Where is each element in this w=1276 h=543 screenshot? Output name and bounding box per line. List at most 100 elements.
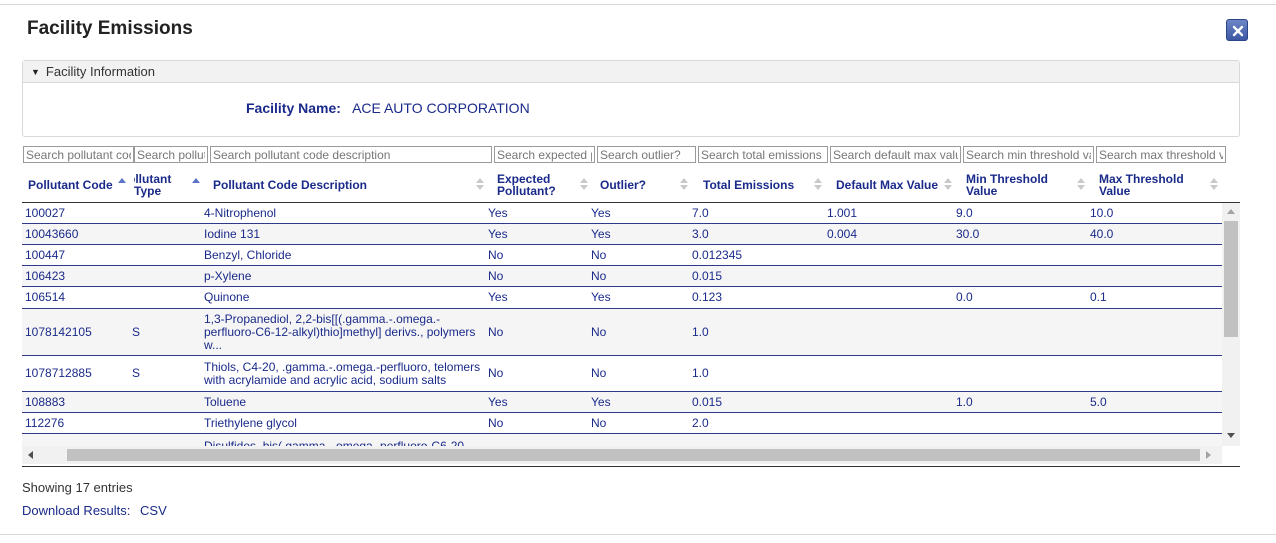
cell-max-threshold: 10.0 (1090, 205, 1114, 220)
cell-code: 108883 (25, 394, 66, 409)
vertical-scrollbar[interactable] (1222, 203, 1240, 446)
cell-total: 0.123 (692, 290, 723, 304)
cell-expected: Yes (488, 226, 508, 241)
cell-description: Toluene (204, 394, 247, 409)
search-min-threshold[interactable] (963, 146, 1094, 163)
sort-icon (476, 178, 484, 192)
table-row[interactable]: 10043660 Iodine 131 Yes Yes 3.0 0.004 30… (22, 224, 1222, 245)
facility-info-toggle[interactable]: ▼ Facility Information (23, 61, 1239, 83)
cell-type: S (132, 324, 141, 339)
search-total-emissions[interactable] (698, 146, 828, 163)
close-button[interactable] (1226, 19, 1248, 41)
search-expected-pollutant[interactable] (494, 146, 595, 163)
cell-max-threshold: 40.0 (1090, 226, 1114, 241)
header-default-max-value[interactable]: Default Max Value (836, 168, 941, 202)
table-row[interactable]: 112276 Triethylene glycol No No 2.0 (22, 413, 1222, 434)
cell-description: p-Xylene (204, 268, 252, 283)
search-pollutant-code[interactable] (23, 146, 134, 163)
dialog-title: Facility Emissions (27, 18, 193, 39)
table-row[interactable]: 113492749 Disulfides, bis(.gamma.-.omega… (22, 434, 1222, 446)
cell-total: 3.0 (692, 226, 709, 241)
cell-min-threshold: 1.0 (956, 394, 973, 409)
sort-icon (192, 178, 200, 192)
cell-outlier: No (591, 268, 607, 283)
table-row[interactable]: 1078712885 S Thiols, C4-20, .gamma.-.ome… (22, 356, 1222, 392)
download-results: Download Results: CSV (22, 503, 167, 518)
cell-outlier: No (591, 415, 607, 430)
table-row[interactable]: 100447 Benzyl, Chloride No No 0.012345 (22, 245, 1222, 266)
cell-type: S (132, 366, 141, 380)
scroll-up-icon[interactable] (1227, 209, 1235, 214)
cell-expected: No (488, 415, 504, 430)
search-max-threshold[interactable] (1096, 146, 1226, 163)
cell-code: 106514 (25, 290, 66, 304)
cell-outlier: No (591, 247, 607, 262)
cell-code: 10043660 (25, 226, 79, 241)
cell-description: Disulfides, bis(.gamma.-.omega.-perfluor… (204, 439, 469, 447)
header-pollutant-type[interactable]: Pollutant Type (134, 168, 176, 202)
scroll-left-icon[interactable] (28, 451, 33, 459)
cell-code: 112276 (25, 415, 65, 430)
header-total-emissions[interactable]: Total Emissions (703, 168, 808, 202)
cell-code: 113492749 (25, 434, 125, 446)
cell-outlier: Yes (591, 226, 611, 241)
table-row[interactable]: 100027 4-Nitrophenol Yes Yes 7.0 1.001 9… (22, 203, 1222, 224)
facility-info-panel: ▼ Facility Information Facility Name: AC… (22, 60, 1240, 137)
cell-total: 0.015 (692, 268, 723, 283)
cell-outlier: Yes (591, 290, 611, 304)
scroll-down-icon[interactable] (1227, 433, 1235, 438)
search-outlier[interactable] (597, 146, 696, 163)
scroll-right-icon[interactable] (1206, 451, 1211, 459)
cell-code: 100027 (25, 205, 66, 220)
cell-total: 1.0 (692, 324, 709, 339)
horizontal-scroll-thumb[interactable] (67, 449, 1200, 461)
header-min-threshold[interactable]: Min Threshold Value (966, 168, 1061, 202)
cell-expected: Yes (488, 205, 508, 220)
cell-min-threshold: 30.0 (956, 226, 980, 241)
table-body: 100027 4-Nitrophenol Yes Yes 7.0 1.001 9… (22, 203, 1222, 446)
cell-total: 0.012345 (692, 247, 743, 262)
cell-min-threshold: 0.0 (956, 290, 973, 304)
header-pollutant-code[interactable]: Pollutant Code (28, 168, 118, 202)
cell-code: 1078712885 (25, 366, 92, 380)
caret-down-icon: ▼ (31, 66, 40, 77)
cell-outlier: Yes (591, 394, 611, 409)
table-row[interactable]: 1078142105 S 1,3-Propanediol, 2,2-bis[[(… (22, 309, 1222, 356)
search-default-max-value[interactable] (830, 146, 961, 163)
cell-code: 100447 (25, 247, 66, 262)
cell-min-threshold: 9.0 (956, 205, 973, 220)
table-row[interactable]: 106514 Quinone Yes Yes 0.123 0.0 0.1 (22, 287, 1222, 309)
header-outlier[interactable]: Outlier? (600, 168, 670, 202)
cell-code: 106423 (25, 268, 66, 283)
download-csv-link[interactable]: CSV (140, 503, 167, 518)
cell-expected: Yes (488, 394, 508, 409)
table-row[interactable]: 106423 p-Xylene No No 0.015 (22, 266, 1222, 287)
cell-expected: No (488, 247, 504, 262)
bottom-divider (0, 534, 1276, 535)
close-x-icon (1232, 25, 1244, 37)
cell-outlier: No (591, 324, 607, 339)
cell-description: Triethylene glycol (204, 415, 297, 430)
cell-outlier: No (591, 366, 607, 380)
facility-name-value: ACE AUTO CORPORATION (352, 100, 530, 116)
search-pollutant-type[interactable] (134, 146, 208, 163)
search-pollutant-description[interactable] (210, 146, 492, 163)
header-max-threshold[interactable]: Max Threshold Value (1099, 168, 1194, 202)
cell-description: Thiols, C4-20, .gamma.-.omega.-perfluoro… (204, 359, 481, 387)
cell-total: 2.0 (692, 415, 709, 430)
top-divider (0, 4, 1276, 5)
entries-count: Showing 17 entries (22, 480, 133, 495)
horizontal-scrollbar[interactable] (22, 446, 1222, 464)
sort-icon (1077, 178, 1085, 192)
cell-description: Iodine 131 (204, 226, 261, 241)
cell-expected: Yes (488, 290, 508, 304)
cell-total: 1.0 (692, 366, 709, 380)
cell-default-max: 1.001 (827, 205, 858, 220)
cell-default-max: 0.004 (827, 226, 858, 241)
sort-icon (680, 178, 688, 192)
header-expected-pollutant[interactable]: Expected Pollutant? (497, 168, 577, 202)
vertical-scroll-thumb[interactable] (1224, 221, 1238, 337)
header-description[interactable]: Pollutant Code Description (213, 168, 473, 202)
table-row[interactable]: 108883 Toluene Yes Yes 0.015 1.0 5.0 (22, 392, 1222, 413)
facility-info-label: Facility Information (45, 64, 156, 79)
